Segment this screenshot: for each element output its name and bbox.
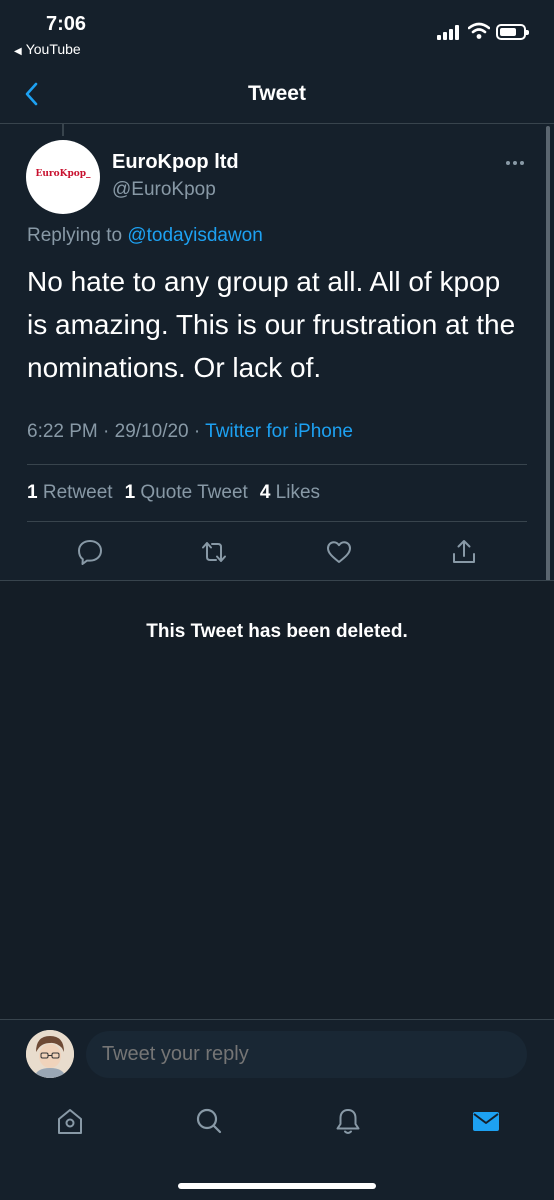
meta-separator: · <box>193 421 201 442</box>
tweet-client-link[interactable]: Twitter for iPhone <box>205 421 353 442</box>
home-indicator <box>178 1183 376 1189</box>
back-app-label: YouTube <box>25 41 81 57</box>
tweet-timestamp: 6:22 PM · 29/10/20 <box>27 421 189 442</box>
thread-connector <box>62 124 64 136</box>
wifi-icon <box>468 22 490 39</box>
status-time: 7:06 <box>46 13 87 35</box>
tweet-meta: 6:22 PM · 29/10/20 · Twitter for iPhone <box>27 421 353 443</box>
divider <box>27 521 527 522</box>
reply-input[interactable] <box>102 1043 502 1066</box>
author-name[interactable]: EuroKpop ltd <box>112 151 239 174</box>
like-icon[interactable] <box>325 538 353 566</box>
messages-envelope-icon[interactable] <box>471 1106 501 1136</box>
page-title: Tweet <box>248 82 306 105</box>
replying-to: Replying to @todayisdawon <box>27 225 263 247</box>
more-options-icon[interactable] <box>504 152 526 174</box>
battery-icon <box>496 24 529 40</box>
reply-box[interactable] <box>86 1031 527 1078</box>
retweet-icon[interactable] <box>200 538 228 566</box>
deleted-tweet-message: This Tweet has been deleted. <box>146 621 408 642</box>
divider <box>0 1019 554 1020</box>
likes-stat[interactable]: 4 Likes <box>260 482 320 503</box>
home-icon[interactable] <box>55 1106 85 1136</box>
user-avatar[interactable] <box>26 1030 74 1078</box>
back-triangle-icon: ◀ <box>14 46 22 57</box>
search-icon[interactable] <box>194 1106 224 1136</box>
back-to-app-link[interactable]: ◀ YouTube <box>14 41 81 57</box>
notifications-bell-icon[interactable] <box>333 1106 363 1136</box>
share-icon[interactable] <box>450 538 478 566</box>
reply-icon[interactable] <box>76 538 104 566</box>
nav-bar: Tweet <box>0 66 554 124</box>
retweets-stat[interactable]: 1 Retweet <box>27 482 113 503</box>
divider <box>27 464 527 465</box>
author-avatar[interactable]: EuroKpop_ <box>26 140 100 214</box>
replying-to-link[interactable]: @todayisdawon <box>127 225 262 246</box>
signal-icon <box>437 24 463 40</box>
tweet-text: No hate to any group at all. All of kpop… <box>27 266 516 383</box>
quotes-stat[interactable]: 1 Quote Tweet <box>125 482 248 503</box>
avatar-logo-text: EuroKpop_ <box>35 169 91 179</box>
tweet-stats: 1 Retweet 1 Quote Tweet 4 Likes <box>27 482 320 504</box>
author-handle[interactable]: @EuroKpop <box>112 179 216 201</box>
replying-prefix: Replying to <box>27 225 123 246</box>
status-bar: 7:06 ◀ YouTube <box>0 0 554 66</box>
deleted-tweet-area <box>0 581 554 1019</box>
